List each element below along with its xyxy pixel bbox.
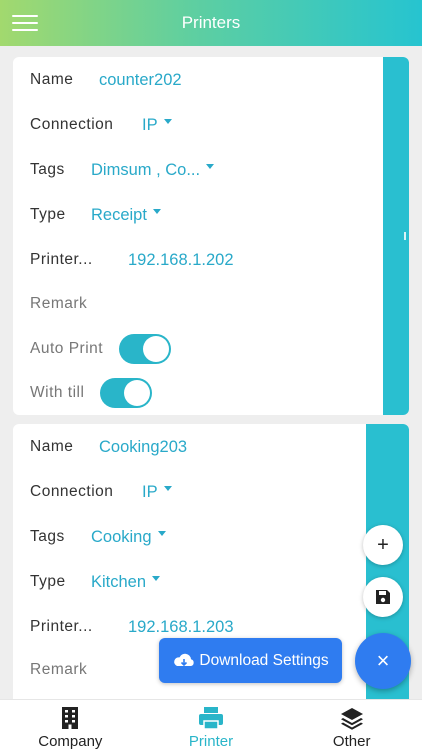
connection-label: Connection xyxy=(30,483,114,500)
connection-label: Connection xyxy=(30,116,114,133)
tags-select[interactable]: Dimsum , Co... xyxy=(91,161,200,180)
name-value[interactable]: counter202 xyxy=(99,71,182,90)
caret-down-icon[interactable] xyxy=(157,530,166,536)
tab-printer[interactable]: Printer xyxy=(141,700,282,750)
tags-label: Tags xyxy=(30,161,65,178)
caret-down-icon[interactable] xyxy=(163,118,172,124)
printer-address-value[interactable]: 192.168.1.203 xyxy=(128,618,234,637)
caret-down-icon[interactable] xyxy=(206,163,215,169)
printer-address-value[interactable]: 192.168.1.202 xyxy=(128,251,234,270)
save-button[interactable] xyxy=(363,577,403,617)
caret-down-icon[interactable] xyxy=(152,575,161,581)
printer-label: Printer... xyxy=(30,618,93,635)
tab-label: Other xyxy=(332,733,371,750)
name-value[interactable]: Cooking203 xyxy=(99,438,187,457)
connection-select[interactable]: IP xyxy=(142,483,158,502)
connection-row: Connection IP xyxy=(30,110,172,140)
layers-icon xyxy=(340,708,363,730)
name-label: Name xyxy=(30,71,74,88)
auto-print-toggle[interactable] xyxy=(119,334,171,364)
with-till-row: With till xyxy=(30,378,152,408)
printer-icon xyxy=(199,707,223,730)
printer-address-row: Printer... 192.168.1.202 xyxy=(30,245,234,275)
auto-print-row: Auto Print xyxy=(30,334,171,364)
tab-label: Company xyxy=(38,733,103,750)
type-label: Type xyxy=(30,573,66,590)
close-menu-button[interactable]: × xyxy=(355,633,411,689)
cloud-download-icon xyxy=(174,653,195,666)
close-icon: × xyxy=(376,648,390,673)
caret-down-icon[interactable] xyxy=(152,208,161,214)
tags-row: Tags Cooking xyxy=(30,522,166,552)
printer-label: Printer... xyxy=(30,251,93,268)
tab-other[interactable]: Other xyxy=(281,700,422,750)
tab-company[interactable]: Company xyxy=(0,700,141,750)
printer-card: Name counter202 Connection IP Tags Dimsu… xyxy=(13,57,409,415)
type-row: Type Receipt xyxy=(30,200,161,230)
caret-down-icon[interactable] xyxy=(163,485,172,491)
name-row: Name Cooking203 xyxy=(30,432,187,462)
name-label: Name xyxy=(30,438,74,455)
with-till-toggle[interactable] xyxy=(100,378,152,408)
tags-select[interactable]: Cooking xyxy=(91,528,152,547)
tab-label: Printer xyxy=(188,733,234,750)
download-settings-button[interactable]: Download Settings xyxy=(159,638,342,683)
menu-icon[interactable] xyxy=(12,11,38,35)
building-icon xyxy=(62,707,79,729)
type-row: Type Kitchen xyxy=(30,567,161,597)
tags-label: Tags xyxy=(30,528,65,545)
swipe-handle[interactable] xyxy=(383,57,409,415)
tags-row: Tags Dimsum , Co... xyxy=(30,155,215,185)
name-row: Name counter202 xyxy=(30,65,182,95)
save-icon xyxy=(376,590,390,604)
download-settings-label: Download Settings xyxy=(199,651,329,669)
remark-row: Remark xyxy=(30,289,87,319)
plus-icon: + xyxy=(377,533,389,556)
bottom-tab-bar: Company Printer Other xyxy=(0,699,422,750)
type-select[interactable]: Receipt xyxy=(91,206,147,225)
page-title: Printers xyxy=(181,13,241,32)
remark-row: Remark xyxy=(30,655,87,685)
with-till-label: With till xyxy=(30,384,85,401)
type-select[interactable]: Kitchen xyxy=(91,573,146,592)
type-label: Type xyxy=(30,206,66,223)
remark-label[interactable]: Remark xyxy=(30,295,87,313)
connection-select[interactable]: IP xyxy=(142,116,158,135)
connection-row: Connection IP xyxy=(30,477,172,507)
auto-print-label: Auto Print xyxy=(30,340,104,357)
app-header: Printers xyxy=(0,0,422,46)
add-printer-button[interactable]: + xyxy=(363,525,403,565)
remark-label[interactable]: Remark xyxy=(30,661,87,679)
